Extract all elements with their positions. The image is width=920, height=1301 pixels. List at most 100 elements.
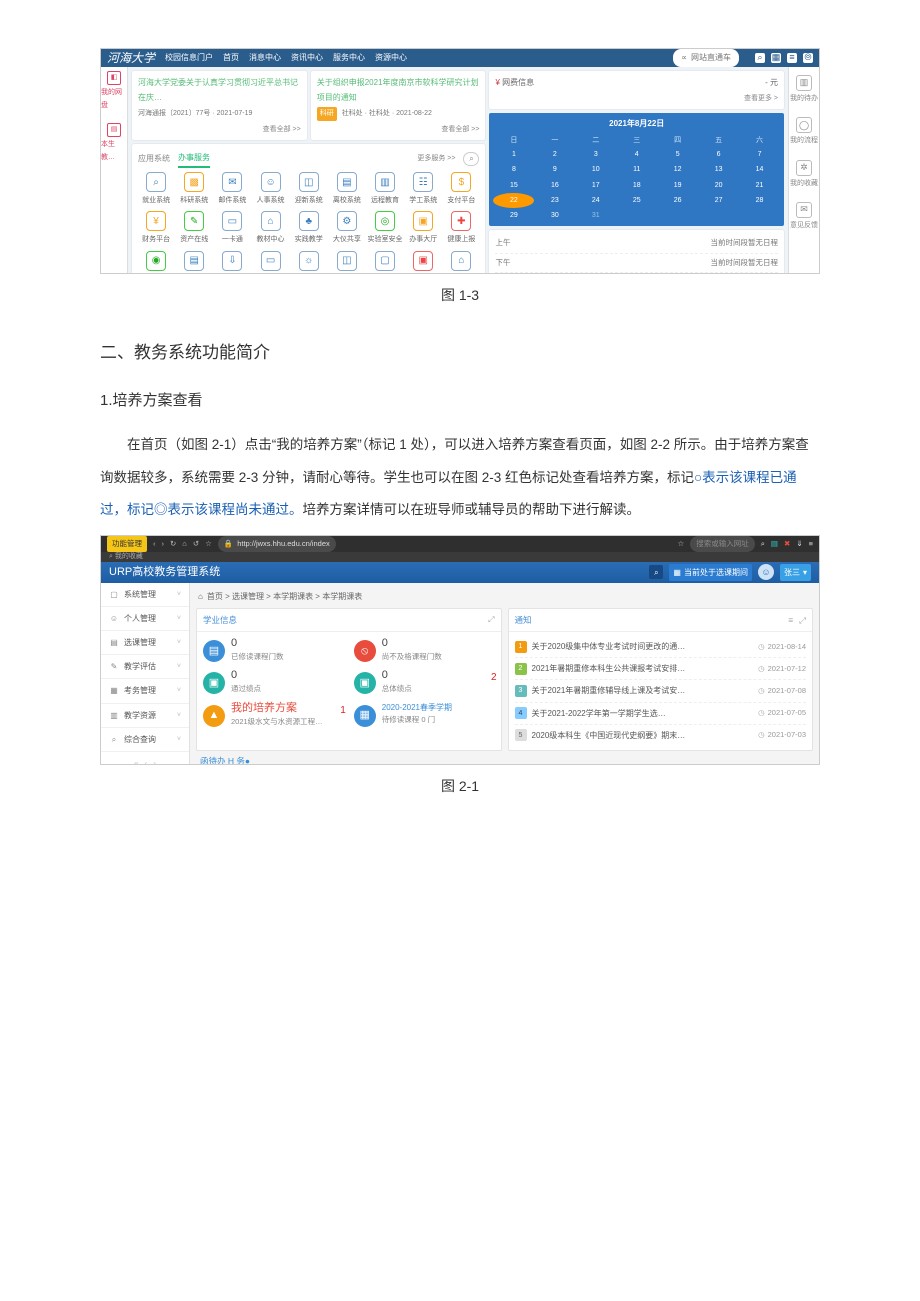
cal-cell[interactable]: 20	[698, 178, 739, 193]
cal-cell[interactable]: 31	[575, 208, 616, 223]
cal-cell[interactable]: 30	[534, 208, 575, 223]
list-icon[interactable]: ≡	[788, 612, 793, 628]
url-bar[interactable]: 🔒 http://jwxs.hhu.edu.cn/index	[218, 536, 336, 552]
rr-fav[interactable]: ✲我的收藏	[790, 160, 818, 190]
app-jwxt[interactable]: ▣教务系统…	[405, 251, 441, 274]
app-xwlw[interactable]: ◫学位论文管理	[329, 251, 365, 274]
notice-row[interactable]: 3关于2021年暑期重修辅导线上课及考试安… ◷2021-07-08	[515, 680, 807, 702]
browser-download-icon[interactable]: ⇓	[796, 537, 802, 551]
notice-row[interactable]: 52020级本科生《中国近现代史纲要》期末… ◷2021-07-03	[515, 725, 807, 746]
user-badge[interactable]: 张三▾	[780, 564, 811, 581]
browser-home-icon[interactable]: ⌂	[182, 537, 187, 551]
app-bshdt[interactable]: ▣办事大厅	[405, 211, 441, 246]
cal-cell[interactable]: 8	[493, 162, 534, 177]
browser-reload-icon[interactable]: ↻	[170, 537, 176, 551]
site-nav-select[interactable]: ∝ 网站直通车	[673, 49, 739, 66]
cal-cell[interactable]: 26	[657, 193, 698, 208]
cal-cell[interactable]: 11	[616, 162, 657, 177]
browser-search-icon[interactable]: ⌕	[761, 537, 765, 551]
sb-nav-prev[interactable]: ‹	[145, 756, 148, 765]
browser-close-icon[interactable]: ✖	[784, 537, 790, 551]
expand-icon[interactable]: ⤢	[488, 612, 494, 627]
cal-cell[interactable]: 16	[534, 178, 575, 193]
sidebar-item-exam[interactable]: ▦考务管理˅	[101, 679, 189, 703]
cal-cell[interactable]: 19	[657, 178, 698, 193]
rail-mydisk[interactable]: ◧ 我的网盘	[101, 71, 127, 113]
cal-cell[interactable]: 21	[739, 178, 780, 193]
user-avatar[interactable]: ☺	[758, 564, 774, 580]
app-jwxz[interactable]: ⇩教务系统下载	[214, 251, 250, 274]
app-jiuye[interactable]: ⌕就业系统	[138, 172, 174, 207]
app-zichan[interactable]: ✎资产在线	[176, 211, 212, 246]
app-shiyan[interactable]: ◎实验室安全	[367, 211, 403, 246]
apps-search-icon[interactable]: ⌕	[463, 152, 479, 166]
search-icon[interactable]: ⌕	[755, 53, 765, 63]
rail-edu[interactable]: ▤ 本生教…	[101, 123, 127, 165]
fee-more[interactable]: 查看更多 >	[495, 92, 778, 105]
nav-svc[interactable]: 服务中心	[333, 50, 365, 65]
cal-cell[interactable]: 24	[575, 193, 616, 208]
tab-appsys[interactable]: 应用系统	[138, 151, 170, 166]
app-yuancheng[interactable]: ▥远程教育	[367, 172, 403, 207]
tabs-more[interactable]: 更多服务 >>	[417, 152, 455, 165]
browser-fwd-icon[interactable]: ›	[162, 537, 165, 551]
cal-cell[interactable]: 15	[493, 178, 534, 193]
app-health[interactable]: ✚健康上报	[443, 211, 479, 246]
app-ybt[interactable]: ▤一表通	[176, 251, 212, 274]
omnibox-right[interactable]: 搜索或输入网址	[690, 536, 755, 552]
nav-news[interactable]: 资讯中心	[291, 50, 323, 65]
app-xuegong[interactable]: ☷学工系统	[405, 172, 441, 207]
power-icon[interactable]: ⦾	[803, 53, 813, 63]
sb-nav-first[interactable]: «	[134, 756, 138, 765]
cal-cell[interactable]: 9	[534, 162, 575, 177]
header-search-icon[interactable]: ⌕	[649, 565, 663, 579]
browser-fav-bar[interactable]: ⌕ 我的收藏	[101, 552, 819, 562]
menu-icon[interactable]: ≡	[787, 53, 797, 63]
cal-cell[interactable]: 13	[698, 162, 739, 177]
app-jiaocai[interactable]: ⌂教材中心	[252, 211, 288, 246]
app-zxkc[interactable]: ▭在线课程（…	[252, 251, 288, 274]
cal-cell[interactable]: 4	[616, 147, 657, 162]
stat-my-plan[interactable]: ▲ 我的培养方案 2021级水文与水资源工程… 1	[203, 703, 344, 729]
app-sanwu[interactable]: ◉三务超市	[138, 251, 174, 274]
announce-card-mid[interactable]: 关于组织申报2021年度南京市软科学研究计划项目的通知 科研 社科处 · 社科处…	[311, 71, 486, 140]
sidebar-item-eval[interactable]: ✎教学评估˅	[101, 655, 189, 679]
app-caiwu[interactable]: ¥财务平台	[138, 211, 174, 246]
sidebar-item-personal[interactable]: ☺个人管理˅	[101, 607, 189, 631]
cal-cell[interactable]: 28	[739, 193, 780, 208]
cal-cell[interactable]: 7	[739, 147, 780, 162]
browser-star-icon[interactable]: ☆	[205, 537, 212, 551]
app-yingxin[interactable]: ◫迎新系统	[291, 172, 327, 207]
expand-icon[interactable]: ⤢	[799, 612, 806, 628]
cal-cell[interactable]: 12	[657, 162, 698, 177]
cal-cell[interactable]: 1	[493, 147, 534, 162]
app-lixiao[interactable]: ▤离校系统	[329, 172, 365, 207]
rr-todo[interactable]: ▥我的待办	[790, 75, 818, 105]
notice-row[interactable]: 1关于2020级集中体专业考试时间更改的通… ◷2021-08-14	[515, 636, 807, 658]
tab-services[interactable]: 办事服务	[178, 150, 210, 168]
app-mail[interactable]: ✉邮件系统	[214, 172, 250, 207]
cal-cell[interactable]: 25	[616, 193, 657, 208]
app-keyan[interactable]: ▩科研系统	[176, 172, 212, 207]
home-icon[interactable]: ⌂	[198, 589, 203, 604]
cal-cell[interactable]: 6	[698, 147, 739, 162]
notice-row[interactable]: 4关于2021-2022学年第一学期学生选… ◷2021-07-05	[515, 703, 807, 725]
rr-flow[interactable]: ◯我的流程	[790, 117, 818, 147]
app-zhifu[interactable]: $支付平台	[443, 172, 479, 207]
sidebar-item-system[interactable]: ▢系统管理˅	[101, 583, 189, 607]
cal-cell[interactable]: 3	[575, 147, 616, 162]
announce-left-more[interactable]: 查看全部 >>	[138, 123, 301, 136]
app-ykt[interactable]: ▭一卡通	[214, 211, 250, 246]
cal-cell[interactable]: 2	[534, 147, 575, 162]
app-zhjs[interactable]: ☼智慧教室	[291, 251, 327, 274]
notice-row[interactable]: 22021年暑期重修本科生公共课报考试安排… ◷2021-07-12	[515, 658, 807, 680]
grid-icon[interactable]: ▦	[771, 53, 781, 63]
cal-cell[interactable]: 29	[493, 208, 534, 223]
browser-menu-icon[interactable]: ≡	[809, 537, 813, 551]
browser-undo-icon[interactable]: ↺	[193, 537, 199, 551]
app-renshi[interactable]: ☺人事系统	[252, 172, 288, 207]
nav-res[interactable]: 资源中心	[375, 50, 407, 65]
cal-cell[interactable]: 27	[698, 193, 739, 208]
cal-cell[interactable]: 23	[534, 193, 575, 208]
sb-nav-next[interactable]: ›	[153, 756, 156, 765]
